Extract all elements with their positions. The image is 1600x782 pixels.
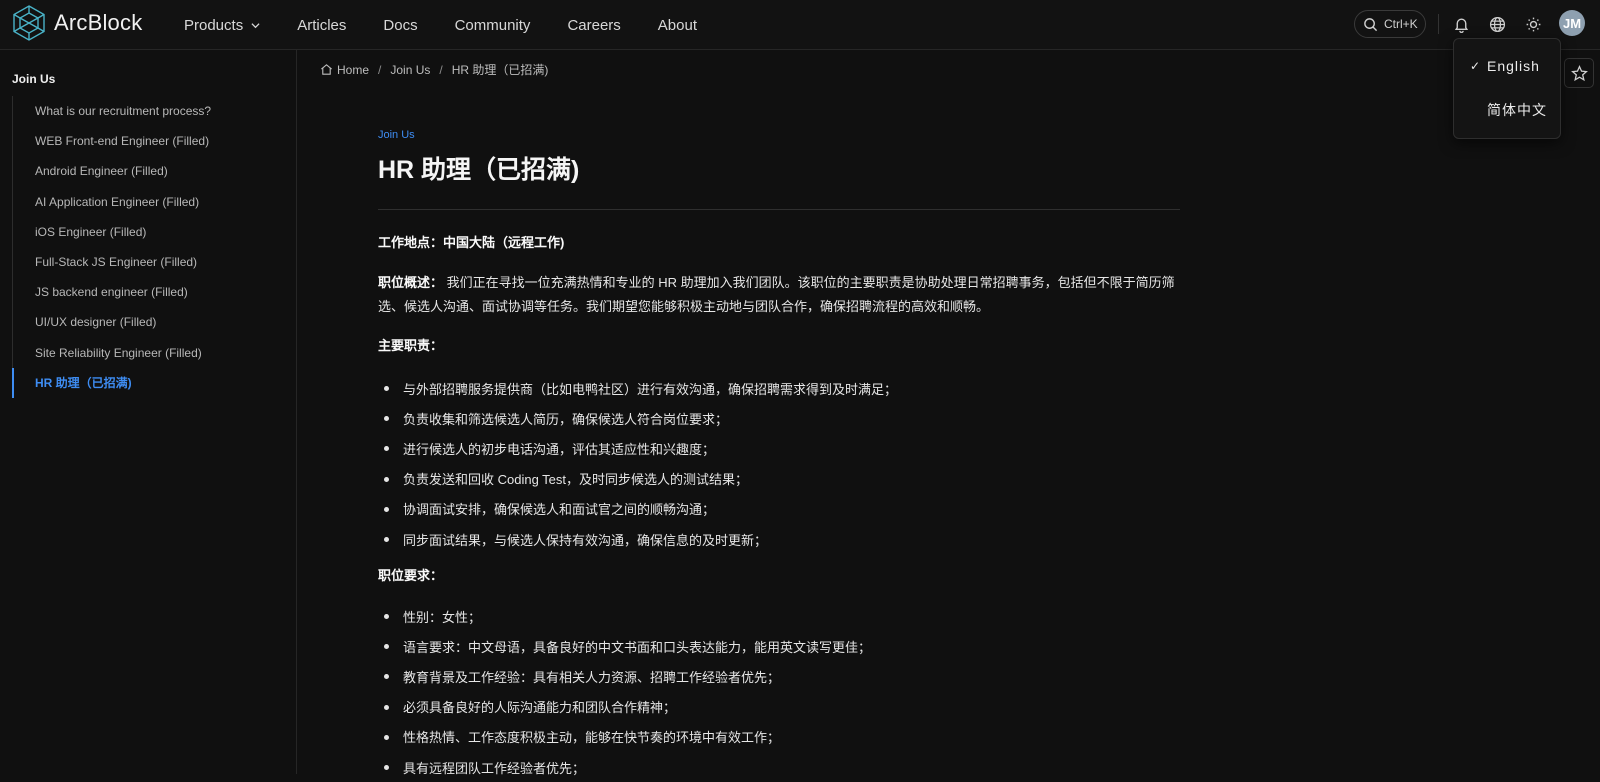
- home-icon: [321, 64, 332, 75]
- language-option-label: English: [1487, 58, 1540, 74]
- language-option-label: 简体中文: [1487, 102, 1547, 118]
- sidebar-list: What is our recruitment process? WEB Fro…: [12, 96, 282, 398]
- nav-community[interactable]: Community: [455, 17, 531, 34]
- language-button[interactable]: [1485, 12, 1509, 36]
- list-item: 语言要求：中文母语，具备良好的中文书面和口头表达能力，能用英文读写更佳；: [378, 631, 1180, 661]
- user-avatar[interactable]: JM: [1559, 10, 1585, 36]
- list-item: 进行候选人的初步电话沟通，评估其适应性和兴趣度；: [378, 433, 1180, 463]
- nav-articles[interactable]: Articles: [297, 17, 346, 34]
- sidebar-item-ai-application[interactable]: AI Application Engineer (Filled): [12, 186, 282, 217]
- star-icon: [1570, 64, 1588, 81]
- check-icon: ✓: [1470, 59, 1482, 73]
- breadcrumb-home[interactable]: Home: [337, 63, 369, 77]
- brand-logo[interactable]: ArcBlock: [12, 5, 142, 41]
- location-label: 工作地点：: [378, 235, 444, 250]
- requirements-heading: 职位要求：: [378, 564, 1180, 588]
- list-item: 性别：女性；: [378, 601, 1180, 631]
- sidebar-heading: Join Us: [12, 72, 56, 86]
- chevron-down-icon: [251, 22, 260, 28]
- top-navigation-bar: ArcBlock Products Articles Docs Communit…: [0, 0, 1600, 50]
- sidebar-item-android[interactable]: Android Engineer (Filled): [12, 156, 282, 187]
- overview-label: 职位概述：: [378, 275, 444, 290]
- bell-icon: [1454, 18, 1468, 33]
- requirements-list: 性别：女性； 语言要求：中文母语，具备良好的中文书面和口头表达能力，能用英文读写…: [378, 601, 1180, 782]
- search-button[interactable]: Ctrl+K: [1354, 10, 1426, 38]
- location-value: 中国大陆（远程工作): [443, 235, 565, 250]
- sun-icon: [1526, 17, 1540, 31]
- breadcrumb-join-us[interactable]: Join Us: [390, 63, 430, 77]
- sidebar-item-web-frontend[interactable]: WEB Front-end Engineer (Filled): [12, 126, 282, 157]
- list-item: 具有远程团队工作经验者优先；: [378, 752, 1180, 782]
- breadcrumb-separator: /: [439, 62, 443, 77]
- list-item: 教育背景及工作经验：具有相关人力资源、招聘工作经验者优先；: [378, 661, 1180, 691]
- duties-list: 与外部招聘服务提供商（比如电鸭社区）进行有效沟通，确保招聘需求得到及时满足； 负…: [378, 373, 1180, 554]
- bookmark-button[interactable]: [1564, 58, 1594, 88]
- list-item: 性格热情、工作态度积极主动，能够在快节奏的环境中有效工作；: [378, 722, 1180, 752]
- title-divider: [378, 209, 1180, 210]
- list-item: 协调面试安排，确保候选人和面试官之间的顺畅沟通；: [378, 494, 1180, 524]
- globe-icon: [1489, 16, 1505, 32]
- language-option-chinese[interactable]: 简体中文: [1454, 90, 1562, 130]
- brand-name: ArcBlock: [54, 10, 143, 35]
- breadcrumb: Home / Join Us / HR 助理（已招满): [320, 61, 548, 78]
- duties-heading: 主要职责：: [378, 334, 1180, 358]
- breadcrumb-current: HR 助理（已招满): [451, 63, 549, 77]
- article-category[interactable]: Join Us: [378, 129, 415, 141]
- duties-heading-text: 主要职责：: [378, 338, 444, 353]
- requirements-heading-text: 职位要求：: [378, 568, 444, 583]
- page-title: HR 助理（已招满): [378, 156, 580, 184]
- sidebar-item-ios[interactable]: iOS Engineer (Filled): [12, 216, 282, 247]
- language-menu: ✓ English 简体中文: [1453, 38, 1561, 139]
- list-item: 同步面试结果，与候选人保持有效沟通，确保信息的及时更新；: [378, 524, 1180, 554]
- nav-about[interactable]: About: [658, 17, 697, 34]
- overview-text: 我们正在寻找一位充满热情和专业的 HR 助理加入我们团队。该职位的主要职责是协助…: [378, 275, 1175, 314]
- search-shortcut: Ctrl+K: [1384, 17, 1418, 31]
- notifications-button[interactable]: [1449, 12, 1473, 36]
- sidebar-item-hr-assistant[interactable]: HR 助理（已招满): [12, 367, 282, 398]
- sidebar-item-recruitment-process[interactable]: What is our recruitment process?: [12, 96, 282, 127]
- theme-toggle-button[interactable]: [1521, 12, 1545, 36]
- main-nav: Products Articles Docs Community Careers…: [184, 0, 734, 50]
- search-icon: [1364, 17, 1378, 31]
- sidebar-item-js-backend[interactable]: JS backend engineer (Filled): [12, 277, 282, 308]
- list-item: 负责发送和回收 Coding Test，及时同步候选人的测试结果；: [378, 464, 1180, 494]
- job-overview: 职位概述： 我们正在寻找一位充满热情和专业的 HR 助理加入我们团队。该职位的主…: [378, 271, 1180, 319]
- language-option-english[interactable]: ✓ English: [1454, 46, 1562, 86]
- header-divider: [1438, 14, 1439, 34]
- work-location: 工作地点：中国大陆（远程工作): [378, 231, 1180, 255]
- sidebar-item-sre[interactable]: Site Reliability Engineer (Filled): [12, 337, 282, 368]
- sidebar-item-fullstack-js[interactable]: Full-Stack JS Engineer (Filled): [12, 246, 282, 278]
- breadcrumb-separator: /: [378, 62, 382, 77]
- nav-products-label: Products: [184, 16, 244, 34]
- list-item: 负责收集和筛选候选人简历，确保候选人符合岗位要求；: [378, 403, 1180, 433]
- nav-products[interactable]: Products: [184, 17, 260, 34]
- nav-docs[interactable]: Docs: [383, 17, 417, 34]
- list-item: 必须具备良好的人际沟通能力和团队合作精神；: [378, 692, 1180, 722]
- docs-sidebar: Join Us What is our recruitment process?…: [0, 50, 297, 774]
- arcblock-logo-icon: [13, 5, 45, 41]
- list-item: 与外部招聘服务提供商（比如电鸭社区）进行有效沟通，确保招聘需求得到及时满足；: [378, 373, 1180, 403]
- nav-careers[interactable]: Careers: [567, 17, 620, 34]
- sidebar-item-uiux[interactable]: UI/UX designer (Filled): [12, 307, 282, 338]
